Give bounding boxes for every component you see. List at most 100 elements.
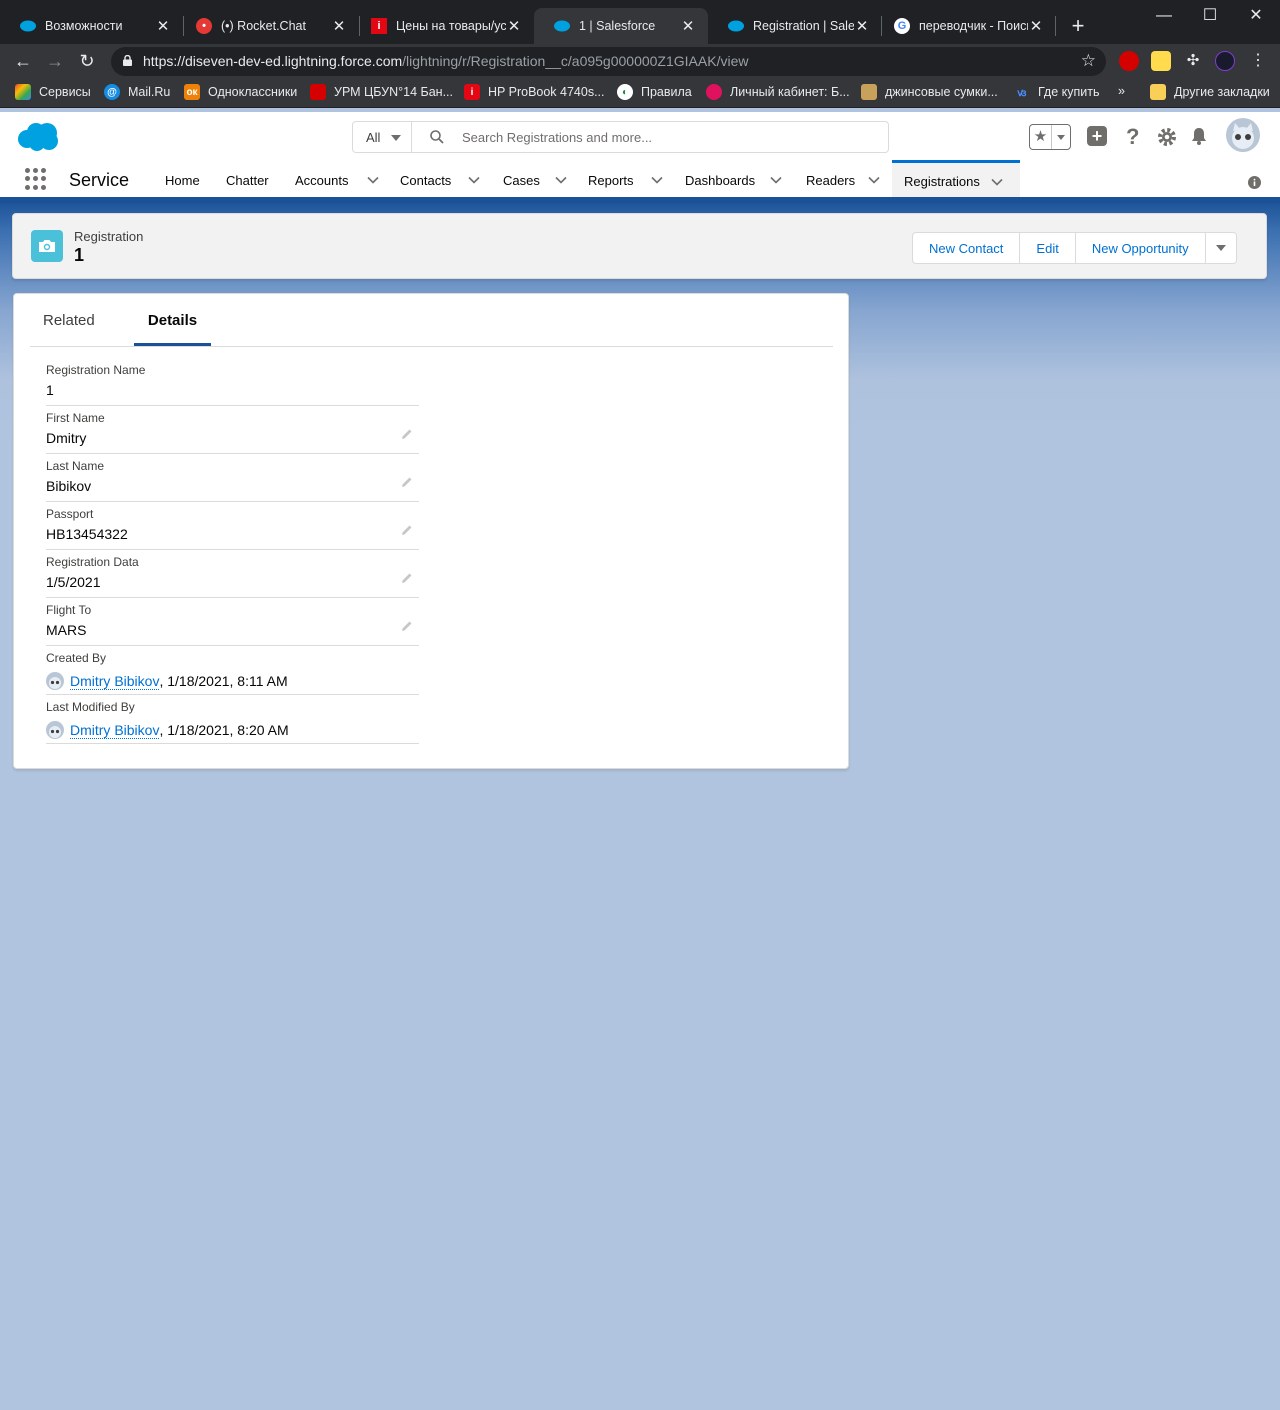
browser-tab[interactable]: Registration | Salesforce ✕ <box>708 8 882 44</box>
chevron-down-icon[interactable] <box>990 175 1004 189</box>
tab-separator <box>1055 16 1056 36</box>
nav-item-chatter[interactable]: Chatter <box>226 160 269 200</box>
chevron-down-icon[interactable] <box>867 173 881 187</box>
user-avatar[interactable] <box>1226 118 1260 152</box>
edit-pencil-icon[interactable] <box>401 428 413 440</box>
close-window-icon[interactable]: ✕ <box>1244 4 1268 28</box>
forward-icon[interactable]: → <box>42 48 68 74</box>
edit-pencil-icon[interactable] <box>401 476 413 488</box>
tab-related[interactable]: Related <box>43 294 95 347</box>
record-actions: New Contact Edit New Opportunity <box>912 232 1237 264</box>
search-input[interactable] <box>462 123 872 151</box>
chevron-down-icon[interactable] <box>769 173 783 187</box>
nav-item-registrations[interactable]: Registrations <box>892 160 1020 200</box>
reload-icon[interactable]: ↻ <box>74 48 100 74</box>
yandex-extension-icon[interactable] <box>1151 51 1171 71</box>
close-tab-icon[interactable]: ✕ <box>854 17 870 35</box>
salesforce-logo-icon[interactable] <box>17 122 59 152</box>
address-bar[interactable]: https://diseven-dev-ed.lightning.force.c… <box>111 47 1106 76</box>
global-actions-plus-icon[interactable]: + <box>1087 126 1107 146</box>
nav-item-contacts[interactable]: Contacts <box>400 160 481 200</box>
chevron-down-icon[interactable] <box>366 173 380 187</box>
browser-tab[interactable]: G переводчик - Поиск ✕ <box>874 8 1056 44</box>
field-last-modified-by: Last Modified By Dmitry Bibikov , 1/18/2… <box>46 695 419 744</box>
browser-tab-active[interactable]: 1 | Salesforce ✕ <box>534 8 708 44</box>
field-last-name[interactable]: Last Name Bibikov <box>46 454 419 502</box>
new-tab-icon[interactable]: + <box>1068 12 1088 40</box>
search-scope-select[interactable]: All <box>352 121 412 153</box>
browser-tab[interactable]: Возможности ✕ <box>0 8 183 44</box>
bookmark-item[interactable]: джинсовые сумки... <box>861 84 998 100</box>
nav-item-home[interactable]: Home <box>165 160 200 200</box>
bookmark-item[interactable]: УРМ ЦБУN°14 Бан... <box>310 84 453 100</box>
close-tab-icon[interactable]: ✕ <box>155 17 171 35</box>
bookmark-item[interactable]: ◐ Правила <box>617 84 692 100</box>
help-icon[interactable]: ? <box>1126 124 1139 150</box>
browser-tab[interactable]: i Цены на товары/услуги ✕ <box>351 8 534 44</box>
close-tab-icon[interactable]: ✕ <box>331 17 347 35</box>
nav-item-reports[interactable]: Reports <box>588 160 664 200</box>
search-icon <box>430 130 444 144</box>
salesforce-cloud-icon <box>554 18 570 34</box>
bookmark-item[interactable]: Личный кабинет: Б... <box>706 84 850 100</box>
maximize-icon[interactable]: ☐ <box>1198 4 1222 28</box>
app-name: Service <box>69 170 130 190</box>
record-tabs: Related Details <box>30 294 833 347</box>
field-flight-to[interactable]: Flight To MARS <box>46 598 419 646</box>
created-by-user-link[interactable]: Dmitry Bibikov <box>70 673 160 690</box>
chevron-down-icon[interactable] <box>467 173 481 187</box>
bookmark-star-icon[interactable]: ☆ <box>1081 51 1096 71</box>
tab-details[interactable]: Details <box>134 294 211 346</box>
chevron-down-icon[interactable] <box>554 173 568 187</box>
edit-pencil-icon[interactable] <box>401 524 413 536</box>
rules-icon: ◐ <box>617 84 633 100</box>
field-registration-name: Registration Name 1 <box>46 358 419 406</box>
nav-item-dashboards[interactable]: Dashboards <box>685 160 783 200</box>
new-opportunity-button[interactable]: New Opportunity <box>1074 232 1206 264</box>
other-bookmarks-folder[interactable]: Другие закладки <box>1150 84 1270 100</box>
modified-by-user-link[interactable]: Dmitry Bibikov <box>70 722 160 739</box>
i-logo-icon: i <box>464 84 480 100</box>
new-contact-button[interactable]: New Contact <box>912 232 1021 264</box>
adblock-extension-icon[interactable] <box>1119 51 1139 71</box>
field-passport[interactable]: Passport HB13454322 <box>46 502 419 550</box>
browser-tab[interactable]: • (•) Rocket.Chat ✕ <box>176 8 359 44</box>
bookmark-item[interactable]: ок Одноклассники <box>184 84 297 100</box>
extensions-puzzle-icon[interactable]: ✣ <box>1183 51 1203 71</box>
notifications-bell-icon[interactable] <box>1189 126 1209 146</box>
nav-item-cases[interactable]: Cases <box>503 160 568 200</box>
user-avatar-icon <box>46 721 64 739</box>
close-tab-icon[interactable]: ✕ <box>1028 17 1044 35</box>
field-registration-data[interactable]: Registration Data 1/5/2021 <box>46 550 419 598</box>
app-launcher-icon[interactable] <box>25 168 47 190</box>
minimize-icon[interactable]: — <box>1152 4 1176 28</box>
record-details-card: Related Details Registration Name 1 Firs… <box>13 293 849 769</box>
chevron-down-icon[interactable] <box>650 173 664 187</box>
profile-avatar-icon[interactable] <box>1215 51 1235 71</box>
bookmark-item[interactable]: @ Mail.Ru <box>104 84 170 100</box>
browser-menu-icon[interactable]: ⋮ <box>1248 51 1268 71</box>
more-actions-button[interactable] <box>1204 232 1237 264</box>
close-tab-icon[interactable]: ✕ <box>680 17 696 35</box>
bookmark-item[interactable]: ꟃ Где купить <box>1014 84 1100 100</box>
folder-icon <box>1150 84 1166 100</box>
nav-item-readers[interactable]: Readers <box>806 160 881 200</box>
star-icon: ★ <box>1030 125 1052 149</box>
info-icon[interactable] <box>1248 176 1261 189</box>
chevron-down-icon <box>1052 125 1070 149</box>
bookmarks-overflow-button[interactable]: » <box>1118 84 1125 98</box>
cabinet-icon <box>706 84 722 100</box>
favorites-button[interactable]: ★ <box>1029 124 1071 150</box>
edit-pencil-icon[interactable] <box>401 572 413 584</box>
bookmark-item[interactable]: Сервисы <box>15 84 91 100</box>
mailru-icon: @ <box>104 84 120 100</box>
edit-button[interactable]: Edit <box>1019 232 1076 264</box>
edit-pencil-icon[interactable] <box>401 620 413 632</box>
bookmark-item[interactable]: i HP ProBook 4740s... <box>464 84 605 100</box>
salesforce-cloud-icon <box>728 18 744 34</box>
close-tab-icon[interactable]: ✕ <box>506 17 522 35</box>
field-first-name[interactable]: First Name Dmitry <box>46 406 419 454</box>
back-icon[interactable]: ← <box>10 48 36 74</box>
gear-icon[interactable] <box>1157 127 1177 147</box>
nav-item-accounts[interactable]: Accounts <box>295 160 380 200</box>
